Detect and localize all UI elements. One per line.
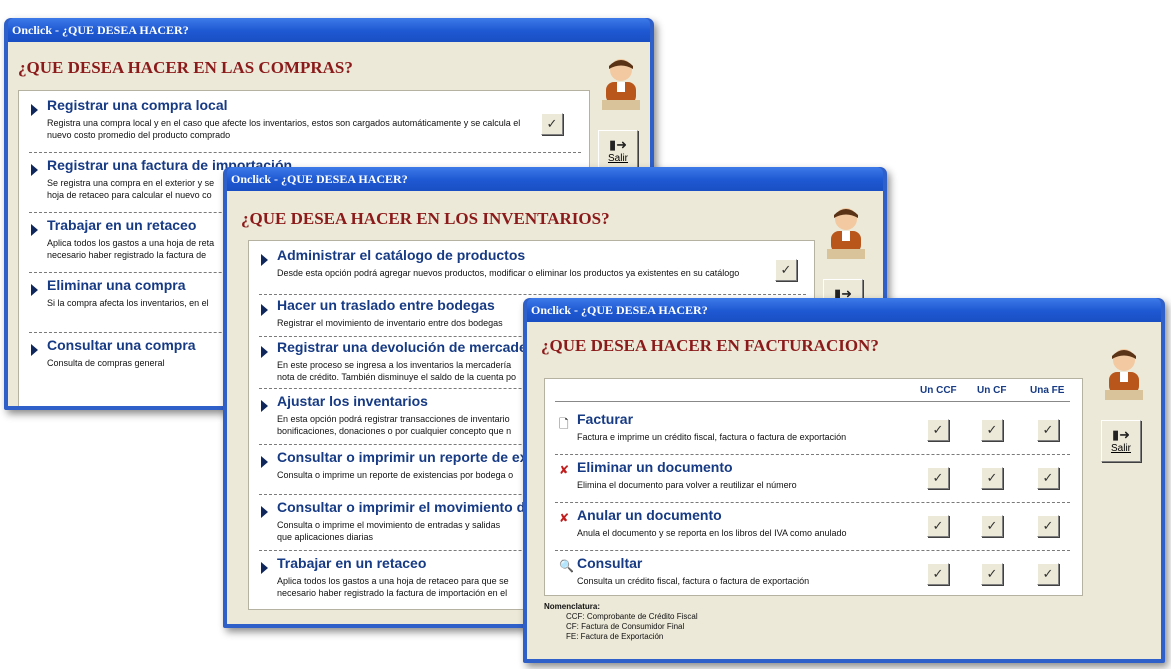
option-title[interactable]: Consultar — [577, 555, 642, 571]
option-description: Aplica todos los gastos a una hoja de re… — [277, 576, 509, 598]
option-description: Consulta o imprime un reporte de existen… — [277, 470, 514, 480]
delete-document-icon: ✘ — [559, 463, 570, 477]
option-title[interactable]: Hacer un traslado entre bodegas — [277, 297, 495, 313]
option-administrar-catalogo[interactable]: Administrar el catálogo de productos Des… — [259, 245, 806, 295]
window-title: Onclick - ¿QUE DESEA HACER? — [8, 18, 650, 42]
column-header-ccf: Un CCF — [920, 385, 957, 396]
page-heading: ¿QUE DESEA HACER EN LOS INVENTARIOS? — [241, 209, 610, 228]
option-title[interactable]: Trabajar en un retaceo — [277, 555, 426, 571]
check-button-cf[interactable]: ✓ — [981, 563, 1003, 585]
arrow-icon — [261, 346, 268, 358]
arrow-icon — [261, 562, 268, 574]
window-client: ¿QUE DESEA HACER EN FACTURACION? ▮➜ Sali… — [527, 322, 1161, 659]
option-description: En este proceso se ingresa a los inventa… — [277, 360, 516, 382]
check-button-fe[interactable]: ✓ — [1037, 563, 1059, 585]
user-avatar-icon — [1105, 349, 1143, 400]
option-description: Se registra una compra en el exterior y … — [47, 178, 215, 200]
nomenclatura-label: Nomenclatura: — [544, 602, 601, 611]
option-facturar[interactable]: 🗋 Facturar Factura e imprime un crédito … — [555, 409, 1070, 455]
check-button[interactable]: ✓ — [541, 113, 563, 135]
check-button-ccf[interactable]: ✓ — [927, 467, 949, 489]
options-panel: Un CCF Un CF Una FE 🗋 Facturar Factura e… — [544, 378, 1083, 596]
option-anular-documento[interactable]: ✘ Anular un documento Anula el documento… — [555, 505, 1070, 551]
page-heading: ¿QUE DESEA HACER EN FACTURACION? — [541, 336, 879, 355]
option-description: Consulta de compras general — [47, 358, 165, 368]
arrow-icon — [261, 506, 268, 518]
user-avatar-icon — [827, 208, 865, 259]
option-description: Registrar el movimiento de inventario en… — [277, 318, 503, 328]
arrow-icon — [31, 284, 38, 296]
column-header-cf: Un CF — [977, 385, 1007, 396]
search-document-icon: 🔍 — [559, 559, 574, 573]
check-button-fe[interactable]: ✓ — [1037, 515, 1059, 537]
option-title[interactable]: Facturar — [577, 411, 633, 427]
option-description: Desde esta opción podrá agregar nuevos p… — [277, 268, 740, 278]
salir-label: Salir — [607, 153, 628, 164]
arrow-icon — [31, 104, 38, 116]
check-button-ccf[interactable]: ✓ — [927, 419, 949, 441]
option-title[interactable]: Eliminar una compra — [47, 277, 185, 293]
arrow-icon — [261, 254, 268, 266]
arrow-icon — [31, 224, 38, 236]
nomenclatura-line: FE: Factura de Exportación — [566, 632, 664, 641]
page-heading: ¿QUE DESEA HACER EN LAS COMPRAS? — [18, 58, 353, 77]
salir-button[interactable]: ▮➜ Salir — [598, 130, 638, 172]
option-description: En esta opción podrá registrar transacci… — [277, 414, 512, 436]
nomenclatura-line: CCF: Comprobante de Crédito Fiscal — [566, 612, 698, 621]
cancel-document-icon: ✘ — [559, 511, 570, 525]
check-button-fe[interactable]: ✓ — [1037, 467, 1059, 489]
option-description: Consulta o imprime el movimiento de entr… — [277, 520, 501, 542]
page-icon: 🗋 — [559, 417, 569, 431]
arrow-icon — [31, 344, 38, 356]
nomenclatura: Nomenclatura: CCF: Comprobante de Crédit… — [544, 602, 698, 642]
check-button[interactable]: ✓ — [775, 259, 797, 281]
check-button-cf[interactable]: ✓ — [981, 515, 1003, 537]
option-title[interactable]: Anular un documento — [577, 507, 722, 523]
user-avatar-icon — [602, 59, 640, 110]
check-button-ccf[interactable]: ✓ — [927, 563, 949, 585]
option-description: Si la compra afecta los inventarios, en … — [47, 298, 209, 308]
option-description: Registra una compra local y en el caso q… — [47, 118, 521, 140]
option-description: Consulta un crédito fiscal, factura o fa… — [577, 576, 810, 586]
arrow-icon — [261, 456, 268, 468]
option-title[interactable]: Administrar el catálogo de productos — [277, 247, 525, 263]
option-consultar[interactable]: 🔍 Consultar Consulta un crédito fiscal, … — [555, 553, 1070, 595]
option-title[interactable]: Registrar una compra local — [47, 97, 228, 113]
option-eliminar-documento[interactable]: ✘ Eliminar un documento Elimina el docum… — [555, 457, 1070, 503]
arrow-icon — [261, 400, 268, 412]
option-title[interactable]: Consultar una compra — [47, 337, 196, 353]
option-description: Factura e imprime un crédito fiscal, fac… — [577, 432, 847, 442]
option-description: Anula el documento y se reporta en los l… — [577, 528, 847, 538]
header-divider — [555, 401, 1070, 402]
nomenclatura-line: CF: Factura de Consumidor Final — [566, 622, 685, 631]
option-description: Elimina el documento para volver a reuti… — [577, 480, 797, 490]
column-header-fe: Una FE — [1030, 385, 1065, 396]
window-title: Onclick - ¿QUE DESEA HACER? — [527, 298, 1161, 322]
option-title[interactable]: Registrar una devolución de mercade — [277, 339, 527, 355]
check-button-ccf[interactable]: ✓ — [927, 515, 949, 537]
option-title[interactable]: Consultar o imprimir un reporte de ex — [277, 449, 528, 465]
exit-door-icon: ▮➜ — [608, 137, 628, 152]
option-description: Aplica todos los gastos a una hoja de re… — [47, 238, 215, 260]
salir-label: Salir — [1110, 443, 1131, 454]
option-title[interactable]: Eliminar un documento — [577, 459, 733, 475]
window-title: Onclick - ¿QUE DESEA HACER? — [227, 167, 883, 191]
exit-door-icon: ▮➜ — [1111, 427, 1131, 442]
arrow-icon — [31, 164, 38, 176]
window-facturacion: Onclick - ¿QUE DESEA HACER? ¿QUE DESEA H… — [523, 298, 1165, 663]
salir-button[interactable]: ▮➜ Salir — [1101, 420, 1141, 462]
option-title[interactable]: Consultar o imprimir el movimiento d — [277, 499, 525, 515]
check-button-fe[interactable]: ✓ — [1037, 419, 1059, 441]
check-button-cf[interactable]: ✓ — [981, 419, 1003, 441]
check-button-cf[interactable]: ✓ — [981, 467, 1003, 489]
option-title[interactable]: Ajustar los inventarios — [277, 393, 428, 409]
option-registrar-compra-local[interactable]: Registrar una compra local Registra una … — [29, 95, 581, 153]
arrow-icon — [261, 304, 268, 316]
option-title[interactable]: Trabajar en un retaceo — [47, 217, 196, 233]
